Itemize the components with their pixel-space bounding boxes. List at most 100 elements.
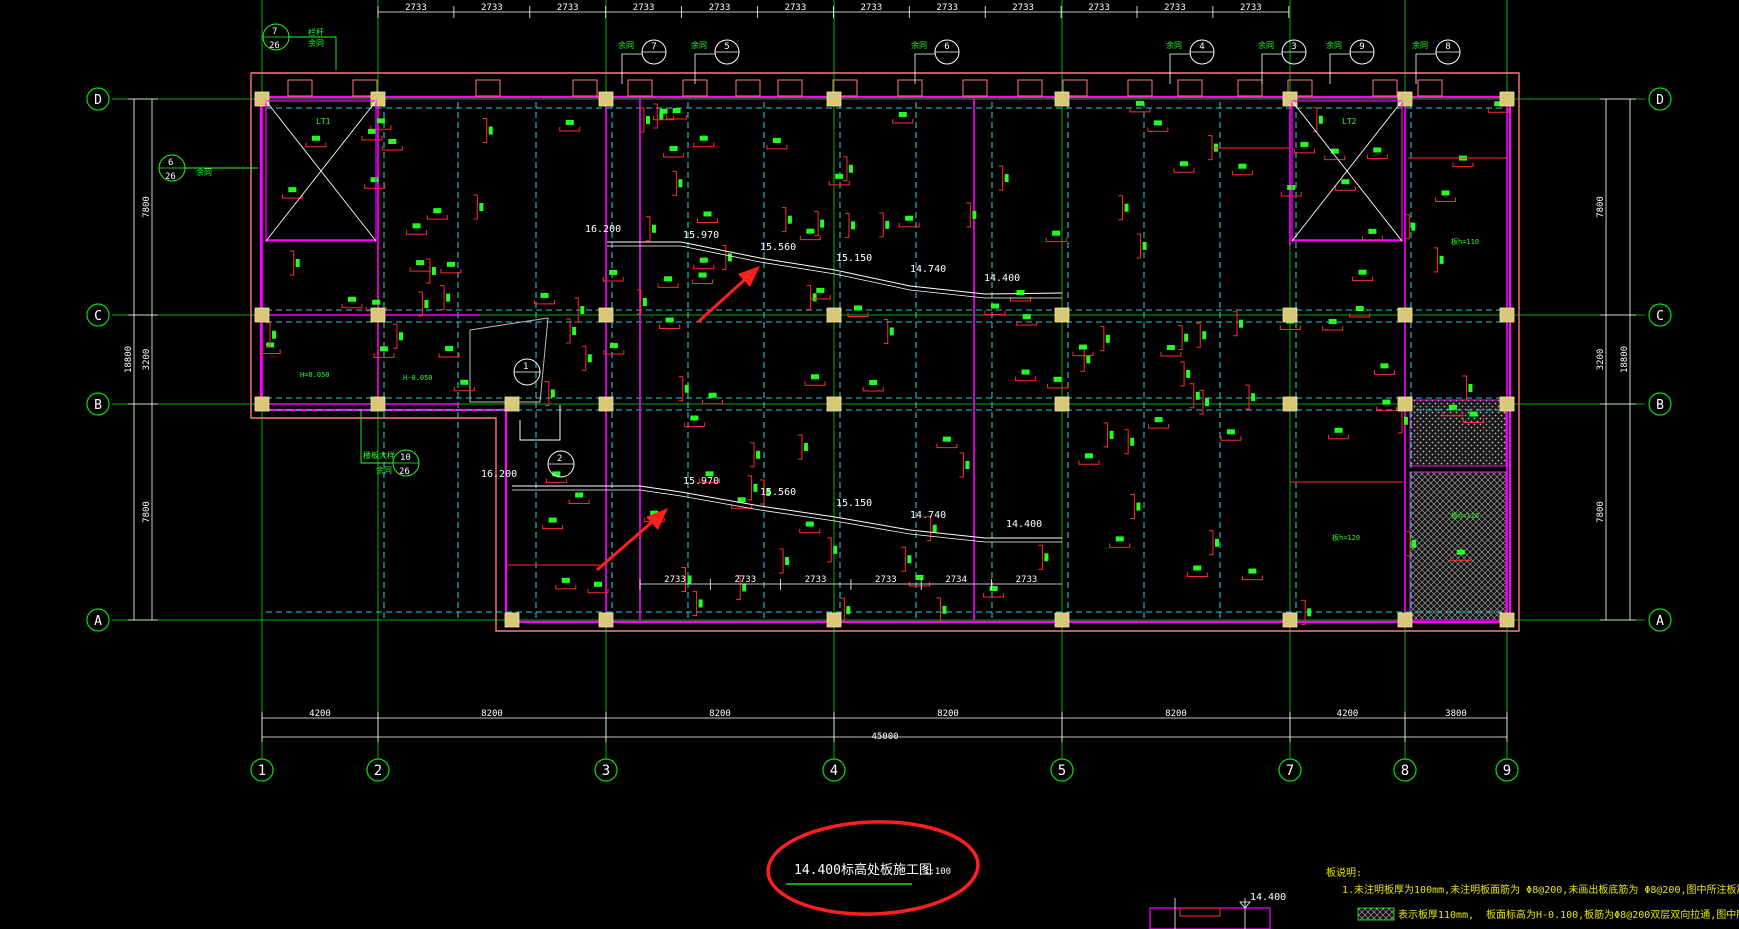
rebar-mark xyxy=(1462,375,1467,401)
rebar-label xyxy=(295,258,300,267)
rebar-mark xyxy=(1406,531,1411,557)
rebar-label xyxy=(1368,228,1377,234)
parapet-block xyxy=(735,79,761,97)
rebar-label xyxy=(907,555,912,564)
rebar-label xyxy=(942,605,947,614)
rebar-mark xyxy=(1180,361,1185,387)
rebar-label xyxy=(805,521,814,527)
column xyxy=(1282,91,1298,107)
column xyxy=(1054,91,1070,107)
dim-text-right: 7800 xyxy=(1596,501,1606,523)
callout-tag: 余同 xyxy=(1412,40,1428,50)
rebar-label xyxy=(965,461,970,470)
callout-leader xyxy=(1329,53,1350,84)
slab-rebar-marks xyxy=(259,100,1509,625)
rebar-label xyxy=(833,545,838,554)
rebar-label xyxy=(1439,255,1444,264)
rebar-label xyxy=(853,305,862,311)
axis-grid-lines xyxy=(112,0,1645,760)
rebar-mark xyxy=(1072,351,1094,357)
dim-text-inner: 2733 xyxy=(734,575,756,585)
dim-text-top: 2733 xyxy=(709,3,731,13)
rebar-label xyxy=(580,306,585,315)
axis-number-label: 7 xyxy=(1286,763,1294,779)
rebar-label xyxy=(572,327,577,336)
rebar-label xyxy=(737,497,746,503)
rebar-mark xyxy=(781,207,787,233)
column xyxy=(254,91,270,107)
rebar-label xyxy=(379,346,388,352)
rebar-mark xyxy=(678,376,684,402)
callout-number: 9 xyxy=(1359,42,1364,52)
dim-text-left: 7800 xyxy=(142,196,152,218)
callout-num: 7 xyxy=(272,27,277,37)
column xyxy=(1397,307,1413,323)
rebar-mark xyxy=(984,310,1006,316)
rebar-mark xyxy=(1118,195,1123,221)
axis-letter-label: C xyxy=(94,309,102,324)
rebar-mark xyxy=(581,345,587,371)
rebar-label xyxy=(479,203,484,212)
rebar-label xyxy=(698,272,707,278)
top-detail-callouts: 7 余同 5 余同 6 余同 4 余同 3 余同 9 余同 8 余同 xyxy=(618,39,1461,84)
rebar-label xyxy=(388,139,397,145)
column xyxy=(598,307,614,323)
rebar-label xyxy=(1300,141,1309,147)
rebar-mark xyxy=(341,303,363,309)
notes-line-1: 1.未注明板厚为100mm,未注明板面筋为 Φ8@200,未画出板底筋为 Φ8@… xyxy=(1342,883,1739,896)
dim-total-left: 18800 xyxy=(124,346,134,373)
rebar-label xyxy=(1086,355,1091,364)
rebar-label xyxy=(1153,120,1162,126)
rebar-mark xyxy=(1078,460,1100,465)
rebar-label xyxy=(753,483,758,492)
rebar-label xyxy=(1318,115,1323,124)
callout-bottom-left: 10 26 楼板大样 余同 xyxy=(360,410,420,477)
rebar-mark xyxy=(1173,168,1195,173)
rebar-label xyxy=(664,276,673,282)
rebar-mark xyxy=(797,434,803,460)
rebar-mark xyxy=(1136,233,1142,259)
rebar-label xyxy=(1373,147,1382,153)
rebar-label xyxy=(1238,163,1247,169)
rebar-label xyxy=(367,128,376,134)
rebar-mark xyxy=(1148,424,1170,429)
axis-number-label: 8 xyxy=(1401,763,1409,779)
rebar-mark xyxy=(1435,197,1457,202)
rebar-label xyxy=(348,296,357,302)
parapet-block xyxy=(962,79,988,97)
dim-text-inner: 2733 xyxy=(875,575,897,585)
level-label: 16.200 xyxy=(585,224,621,235)
level-label: 14.400 xyxy=(984,273,1020,284)
level-label: 16.200 xyxy=(481,469,517,480)
rebar-mark xyxy=(666,115,688,120)
rebar-mark xyxy=(473,194,478,220)
elevator-label-2: LT2 xyxy=(1342,117,1357,126)
section-mark-2: 2 xyxy=(547,450,575,478)
rebar-label xyxy=(1084,453,1093,459)
rebar-mark xyxy=(418,291,423,317)
rebar-label xyxy=(1468,384,1473,393)
rebar-label xyxy=(272,330,277,339)
rebar-label xyxy=(565,119,574,125)
rebar-mark xyxy=(959,452,964,478)
callout-label: 余同 xyxy=(196,167,212,177)
rebar-mark xyxy=(862,387,884,392)
drawing-scale: 1:100 xyxy=(924,867,951,877)
column xyxy=(370,307,386,323)
rebar-mark xyxy=(683,422,705,428)
rebar-label xyxy=(416,260,425,266)
notes-legend: 表示板厚110mm, xyxy=(1398,908,1474,921)
rebar-label xyxy=(288,187,297,193)
rebar-label xyxy=(1193,565,1202,571)
rebar-mark xyxy=(1010,296,1032,302)
rebar-mark xyxy=(440,285,445,311)
column xyxy=(254,307,270,323)
callout-num: 10 xyxy=(400,453,411,463)
column xyxy=(1397,396,1413,412)
column xyxy=(598,91,614,107)
rebar-mark xyxy=(1220,436,1242,441)
rebar-label xyxy=(433,208,442,214)
rebar-mark xyxy=(936,443,958,449)
slab-label: 板h=120 xyxy=(1332,533,1360,542)
rebar-label xyxy=(1411,222,1416,231)
